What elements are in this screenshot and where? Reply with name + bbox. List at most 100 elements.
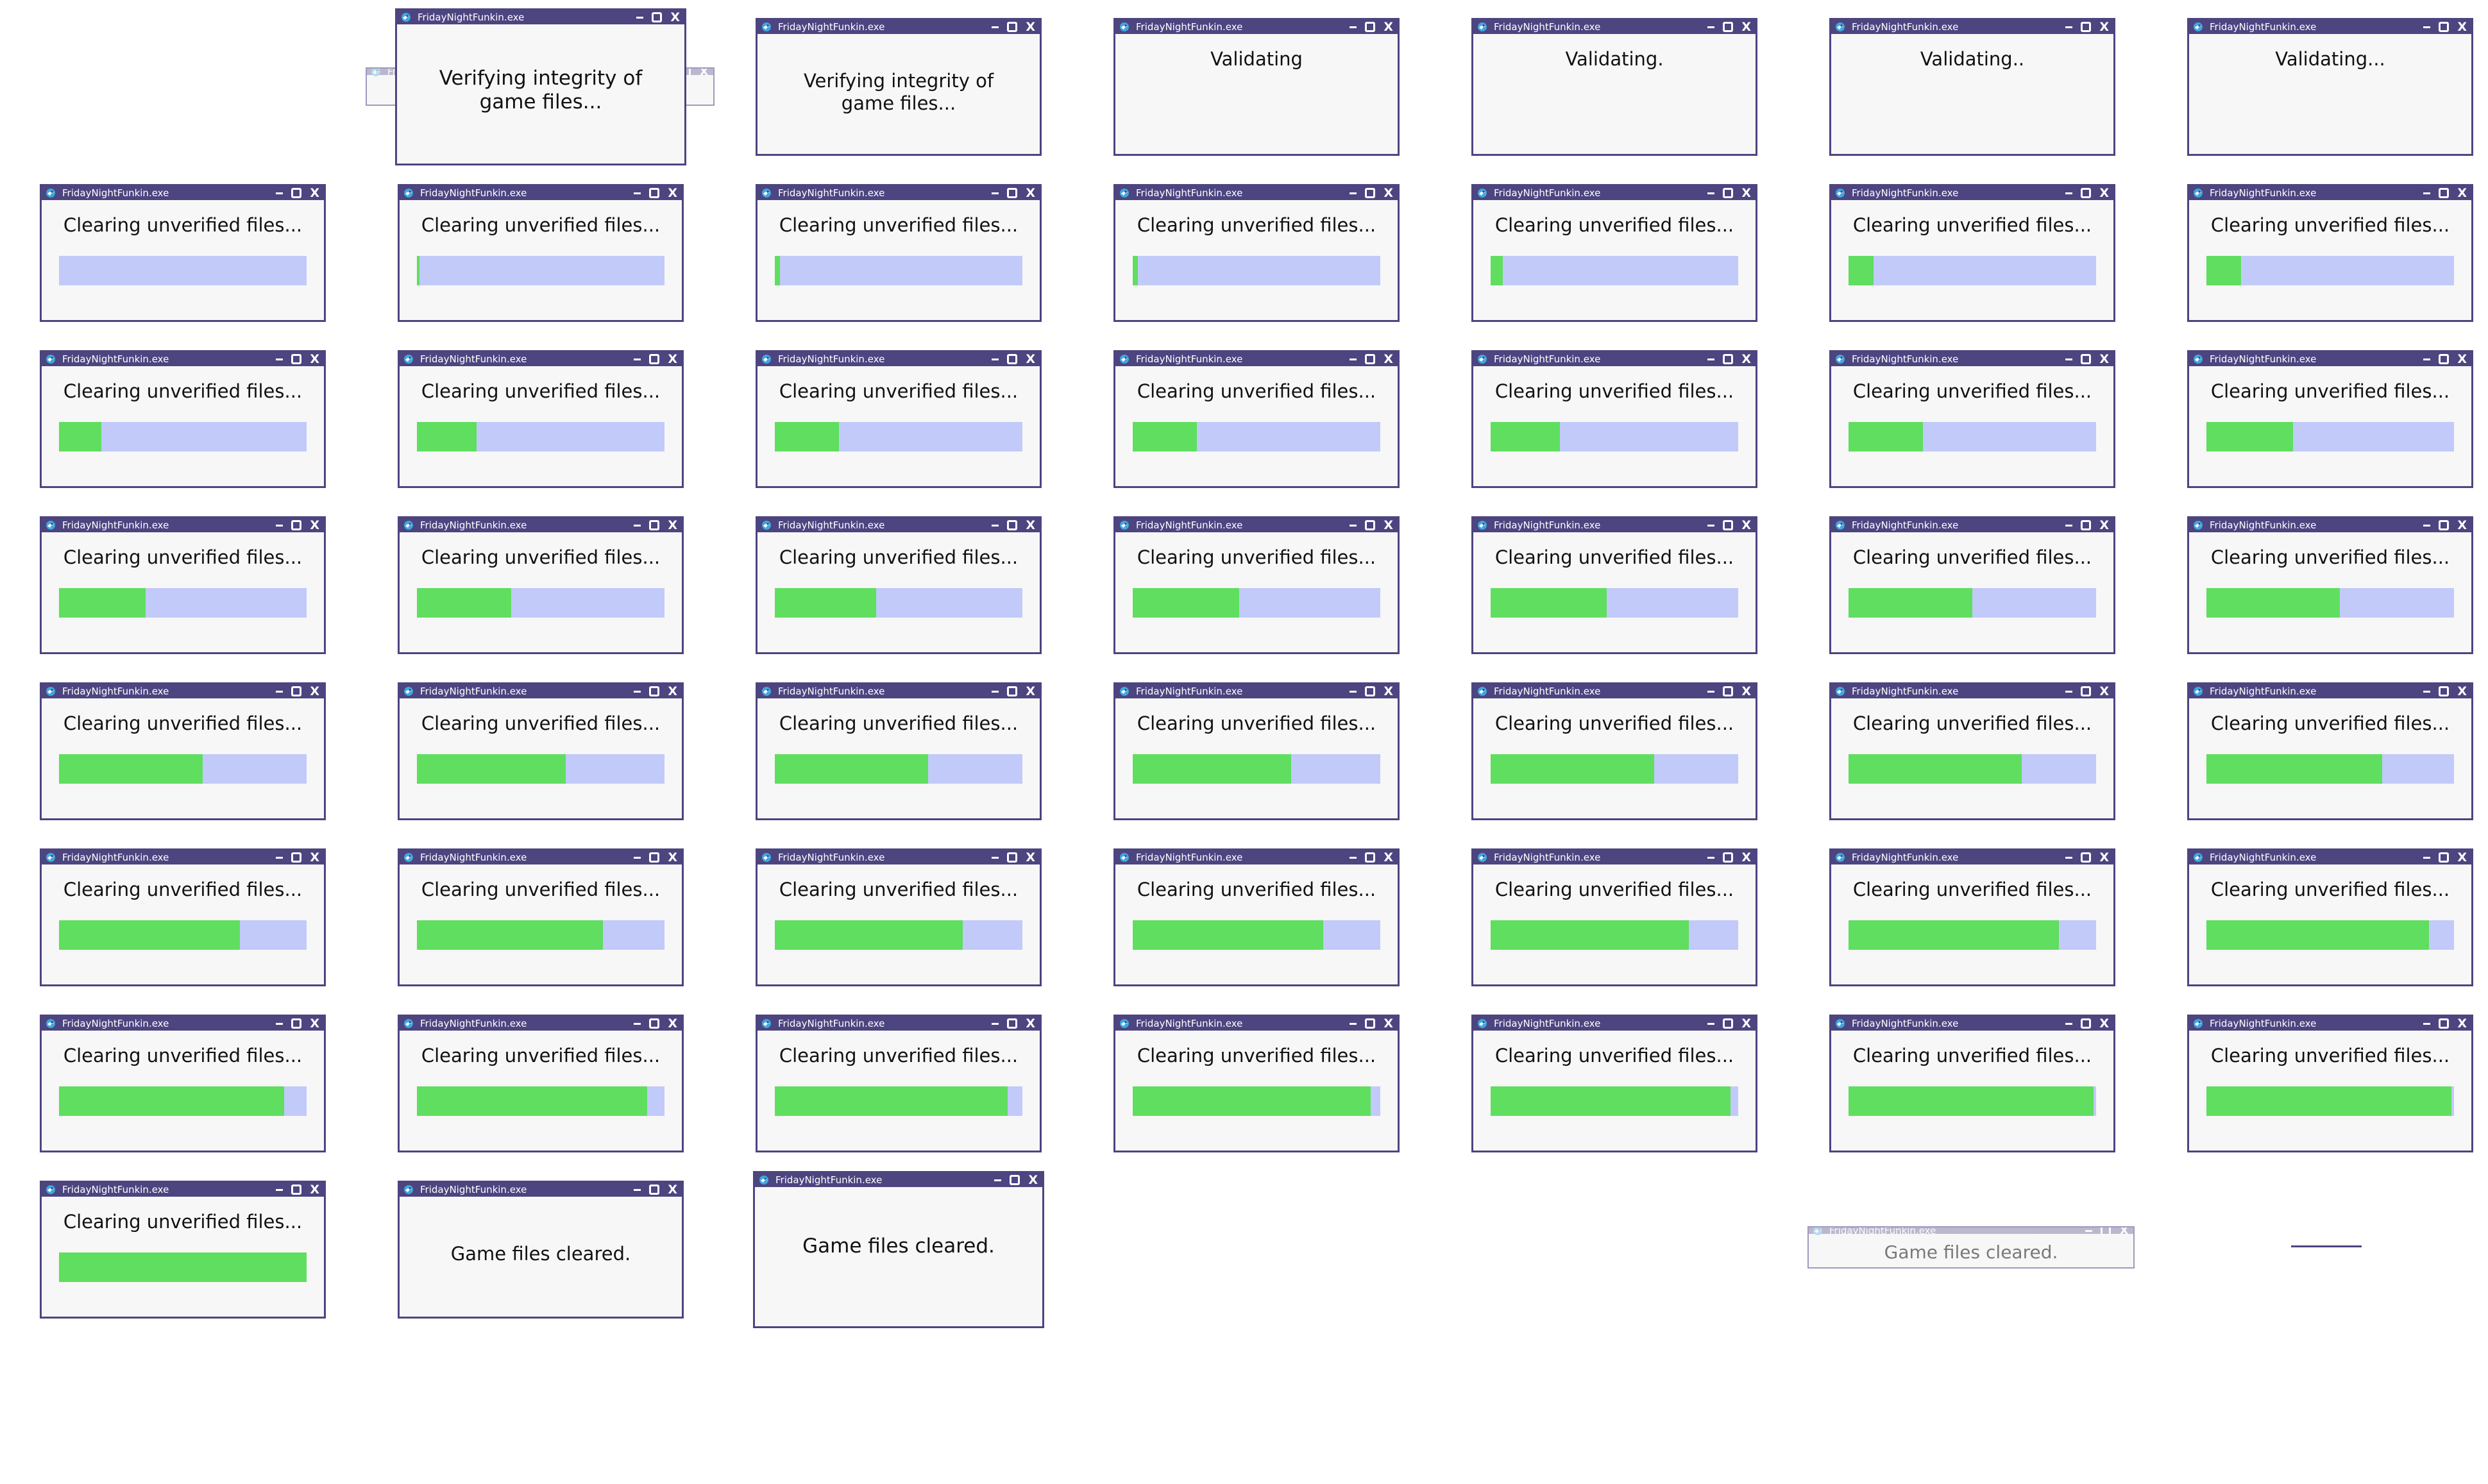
- minimize-icon[interactable]: [636, 16, 644, 19]
- minimize-icon[interactable]: [1707, 856, 1715, 859]
- title-bar[interactable]: FridayNightFunkin.exe X: [757, 684, 1040, 698]
- title-bar[interactable]: FridayNightFunkin.exe X: [400, 684, 682, 698]
- title-bar[interactable]: FridayNightFunkin.exe X: [400, 186, 682, 200]
- title-bar[interactable]: FridayNightFunkin.exe X: [757, 850, 1040, 864]
- maximize-icon[interactable]: [1723, 188, 1734, 198]
- maximize-icon[interactable]: [1723, 520, 1734, 530]
- close-icon[interactable]: X: [2099, 21, 2109, 33]
- minimize-icon[interactable]: [1350, 856, 1357, 859]
- maximize-icon[interactable]: [291, 1185, 302, 1195]
- title-bar[interactable]: FridayNightFunkin.exe X: [757, 186, 1040, 200]
- title-bar[interactable]: FridayNightFunkin.exe X: [1831, 20, 2113, 34]
- close-icon[interactable]: X: [1741, 685, 1751, 698]
- minimize-icon[interactable]: [992, 856, 999, 859]
- maximize-icon[interactable]: [649, 686, 660, 696]
- close-icon[interactable]: X: [668, 187, 677, 199]
- close-icon[interactable]: X: [1384, 187, 1393, 199]
- close-icon[interactable]: X: [1384, 353, 1393, 366]
- minimize-icon[interactable]: [2065, 358, 2073, 360]
- minimize-icon[interactable]: [992, 1022, 999, 1025]
- maximize-icon[interactable]: [1723, 1018, 1734, 1029]
- title-bar[interactable]: FridayNightFunkin.exe X: [2189, 518, 2471, 532]
- minimize-icon[interactable]: [276, 690, 283, 693]
- title-bar[interactable]: FridayNightFunkin.exe X: [1831, 352, 2113, 366]
- minimize-icon[interactable]: [634, 358, 641, 360]
- maximize-icon[interactable]: [649, 188, 660, 198]
- minimize-icon[interactable]: [1350, 358, 1357, 360]
- close-icon[interactable]: X: [1026, 685, 1035, 698]
- close-icon[interactable]: X: [668, 685, 677, 698]
- maximize-icon[interactable]: [1007, 686, 1018, 696]
- minimize-icon[interactable]: [992, 524, 999, 527]
- close-icon[interactable]: X: [2457, 187, 2467, 199]
- close-icon[interactable]: X: [2099, 685, 2109, 698]
- close-icon[interactable]: X: [1026, 21, 1035, 33]
- title-bar[interactable]: FridayNightFunkin.exe X: [1473, 518, 1756, 532]
- title-bar[interactable]: FridayNightFunkin.exe X: [755, 1173, 1042, 1187]
- minimize-icon[interactable]: [992, 192, 999, 194]
- close-icon[interactable]: X: [1384, 1017, 1393, 1030]
- minimize-icon[interactable]: [1350, 524, 1357, 527]
- close-icon[interactable]: X: [1741, 187, 1751, 199]
- close-icon[interactable]: X: [1028, 1174, 1038, 1186]
- minimize-icon[interactable]: [2423, 690, 2431, 693]
- minimize-icon[interactable]: [634, 1022, 641, 1025]
- minimize-icon[interactable]: [276, 1022, 283, 1025]
- title-bar[interactable]: FridayNightFunkin.exe X: [42, 186, 324, 200]
- title-bar[interactable]: FridayNightFunkin.exe X: [2189, 684, 2471, 698]
- close-icon[interactable]: X: [1026, 519, 1035, 532]
- maximize-icon[interactable]: [1723, 22, 1734, 32]
- title-bar[interactable]: FridayNightFunkin.exe X: [1115, 1016, 1398, 1031]
- minimize-icon[interactable]: [634, 690, 641, 693]
- maximize-icon[interactable]: [1365, 1018, 1376, 1029]
- maximize-icon[interactable]: [2081, 686, 2092, 696]
- maximize-icon[interactable]: [2439, 852, 2450, 863]
- minimize-icon[interactable]: [992, 690, 999, 693]
- title-bar[interactable]: FridayNightFunkin.exe X: [397, 10, 684, 24]
- title-bar[interactable]: FridayNightFunkin.exe X: [400, 1016, 682, 1031]
- maximize-icon[interactable]: [1723, 852, 1734, 863]
- maximize-icon[interactable]: [1365, 188, 1376, 198]
- maximize-icon[interactable]: [1007, 852, 1018, 863]
- maximize-icon[interactable]: [2081, 520, 2092, 530]
- minimize-icon[interactable]: [2423, 26, 2431, 28]
- title-bar[interactable]: FridayNightFunkin.exe X: [400, 850, 682, 864]
- title-bar[interactable]: FridayNightFunkin.exe X: [42, 352, 324, 366]
- title-bar[interactable]: FridayNightFunkin.exe X: [2189, 850, 2471, 864]
- title-bar[interactable]: FridayNightFunkin.exe X: [1831, 1016, 2113, 1031]
- minimize-icon[interactable]: [2423, 358, 2431, 360]
- maximize-icon[interactable]: [2439, 22, 2450, 32]
- title-bar[interactable]: FridayNightFunkin.exe X: [1831, 518, 2113, 532]
- title-bar[interactable]: FridayNightFunkin.exe X: [1473, 20, 1756, 34]
- title-bar[interactable]: FridayNightFunkin.exe X: [400, 518, 682, 532]
- minimize-icon[interactable]: [2065, 856, 2073, 859]
- maximize-icon[interactable]: [2439, 188, 2450, 198]
- maximize-icon[interactable]: [291, 1018, 302, 1029]
- maximize-icon[interactable]: [652, 12, 663, 22]
- close-icon[interactable]: X: [668, 851, 677, 864]
- maximize-icon[interactable]: [2081, 852, 2092, 863]
- maximize-icon[interactable]: [1365, 354, 1376, 364]
- close-icon[interactable]: X: [1384, 21, 1393, 33]
- close-icon[interactable]: X: [2099, 1017, 2109, 1030]
- close-icon[interactable]: X: [310, 685, 319, 698]
- close-icon[interactable]: X: [1741, 353, 1751, 366]
- minimize-icon[interactable]: [634, 524, 641, 527]
- title-bar[interactable]: FridayNightFunkin.exe X: [1115, 352, 1398, 366]
- maximize-icon[interactable]: [2439, 686, 2450, 696]
- minimize-icon[interactable]: [2423, 856, 2431, 859]
- maximize-icon[interactable]: [2439, 354, 2450, 364]
- maximize-icon[interactable]: [291, 852, 302, 863]
- minimize-icon[interactable]: [1707, 690, 1715, 693]
- minimize-icon[interactable]: [2065, 690, 2073, 693]
- close-icon[interactable]: X: [670, 11, 680, 24]
- title-bar[interactable]: FridayNightFunkin.exe X: [400, 352, 682, 366]
- close-icon[interactable]: X: [2457, 1017, 2467, 1030]
- title-bar[interactable]: FridayNightFunkin.exe X: [2189, 352, 2471, 366]
- minimize-icon[interactable]: [2065, 524, 2073, 527]
- title-bar[interactable]: FridayNightFunkin.exe X: [1473, 352, 1756, 366]
- title-bar[interactable]: FridayNightFunkin.exe X: [42, 1183, 324, 1197]
- title-bar[interactable]: FridayNightFunkin.exe X: [757, 1016, 1040, 1031]
- maximize-icon[interactable]: [2439, 1018, 2450, 1029]
- close-icon[interactable]: X: [1384, 519, 1393, 532]
